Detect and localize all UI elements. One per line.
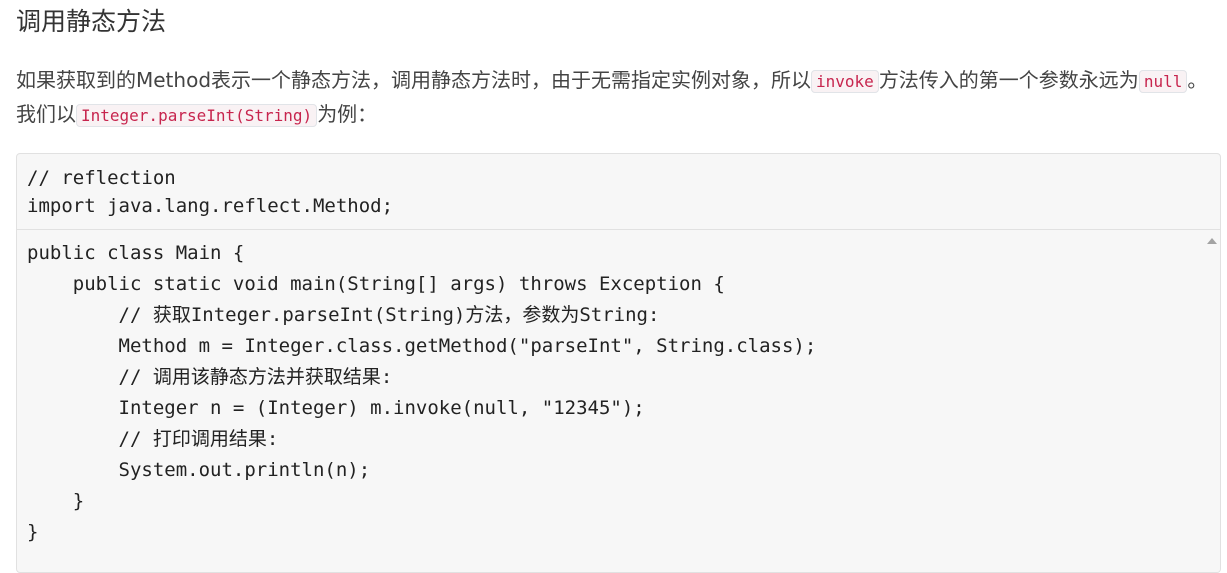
code-line: import java.lang.reflect.Method; — [27, 195, 394, 217]
inline-code-invoke: invoke — [811, 70, 879, 93]
scroll-up-arrow-icon[interactable] — [1207, 238, 1217, 244]
inline-code-parseint: Integer.parseInt(String) — [76, 104, 318, 127]
inline-code-null: null — [1138, 70, 1188, 93]
code-block-header: // reflection import java.lang.reflect.M… — [17, 154, 1220, 230]
code-line: } — [27, 521, 39, 543]
code-line: // 调用该静态方法并获取结果: — [27, 366, 393, 388]
code-line: public static void main(String[] args) t… — [27, 273, 725, 295]
code-block[interactable]: // reflection import java.lang.reflect.M… — [16, 153, 1221, 573]
paragraph-text-2: 方法传入的第一个参数永远为 — [878, 68, 1139, 92]
code-line: // 获取Integer.parseInt(String)方法，参数为Strin… — [27, 304, 660, 326]
code-line: public class Main { — [27, 242, 245, 264]
code-block-body[interactable]: public class Main { public static void m… — [17, 230, 1220, 548]
intro-paragraph: 如果获取到的Method表示一个静态方法，调用静态方法时，由于无需指定实例对象，… — [16, 64, 1221, 132]
code-line: // 打印调用结果: — [27, 428, 279, 450]
code-line: // reflection — [27, 167, 176, 189]
section-heading: 调用静态方法 — [16, 7, 167, 36]
code-line: Method m = Integer.class.getMethod("pars… — [27, 335, 817, 357]
code-line: System.out.println(n); — [27, 459, 371, 481]
paragraph-text-1: 如果获取到的Method表示一个静态方法，调用静态方法时，由于无需指定实例对象，… — [16, 68, 812, 92]
code-scrollbar[interactable] — [1203, 230, 1220, 572]
code-line: Integer n = (Integer) m.invoke(null, "12… — [27, 397, 645, 419]
paragraph-text-4: 为例： — [317, 102, 378, 126]
code-line: } — [27, 490, 85, 512]
